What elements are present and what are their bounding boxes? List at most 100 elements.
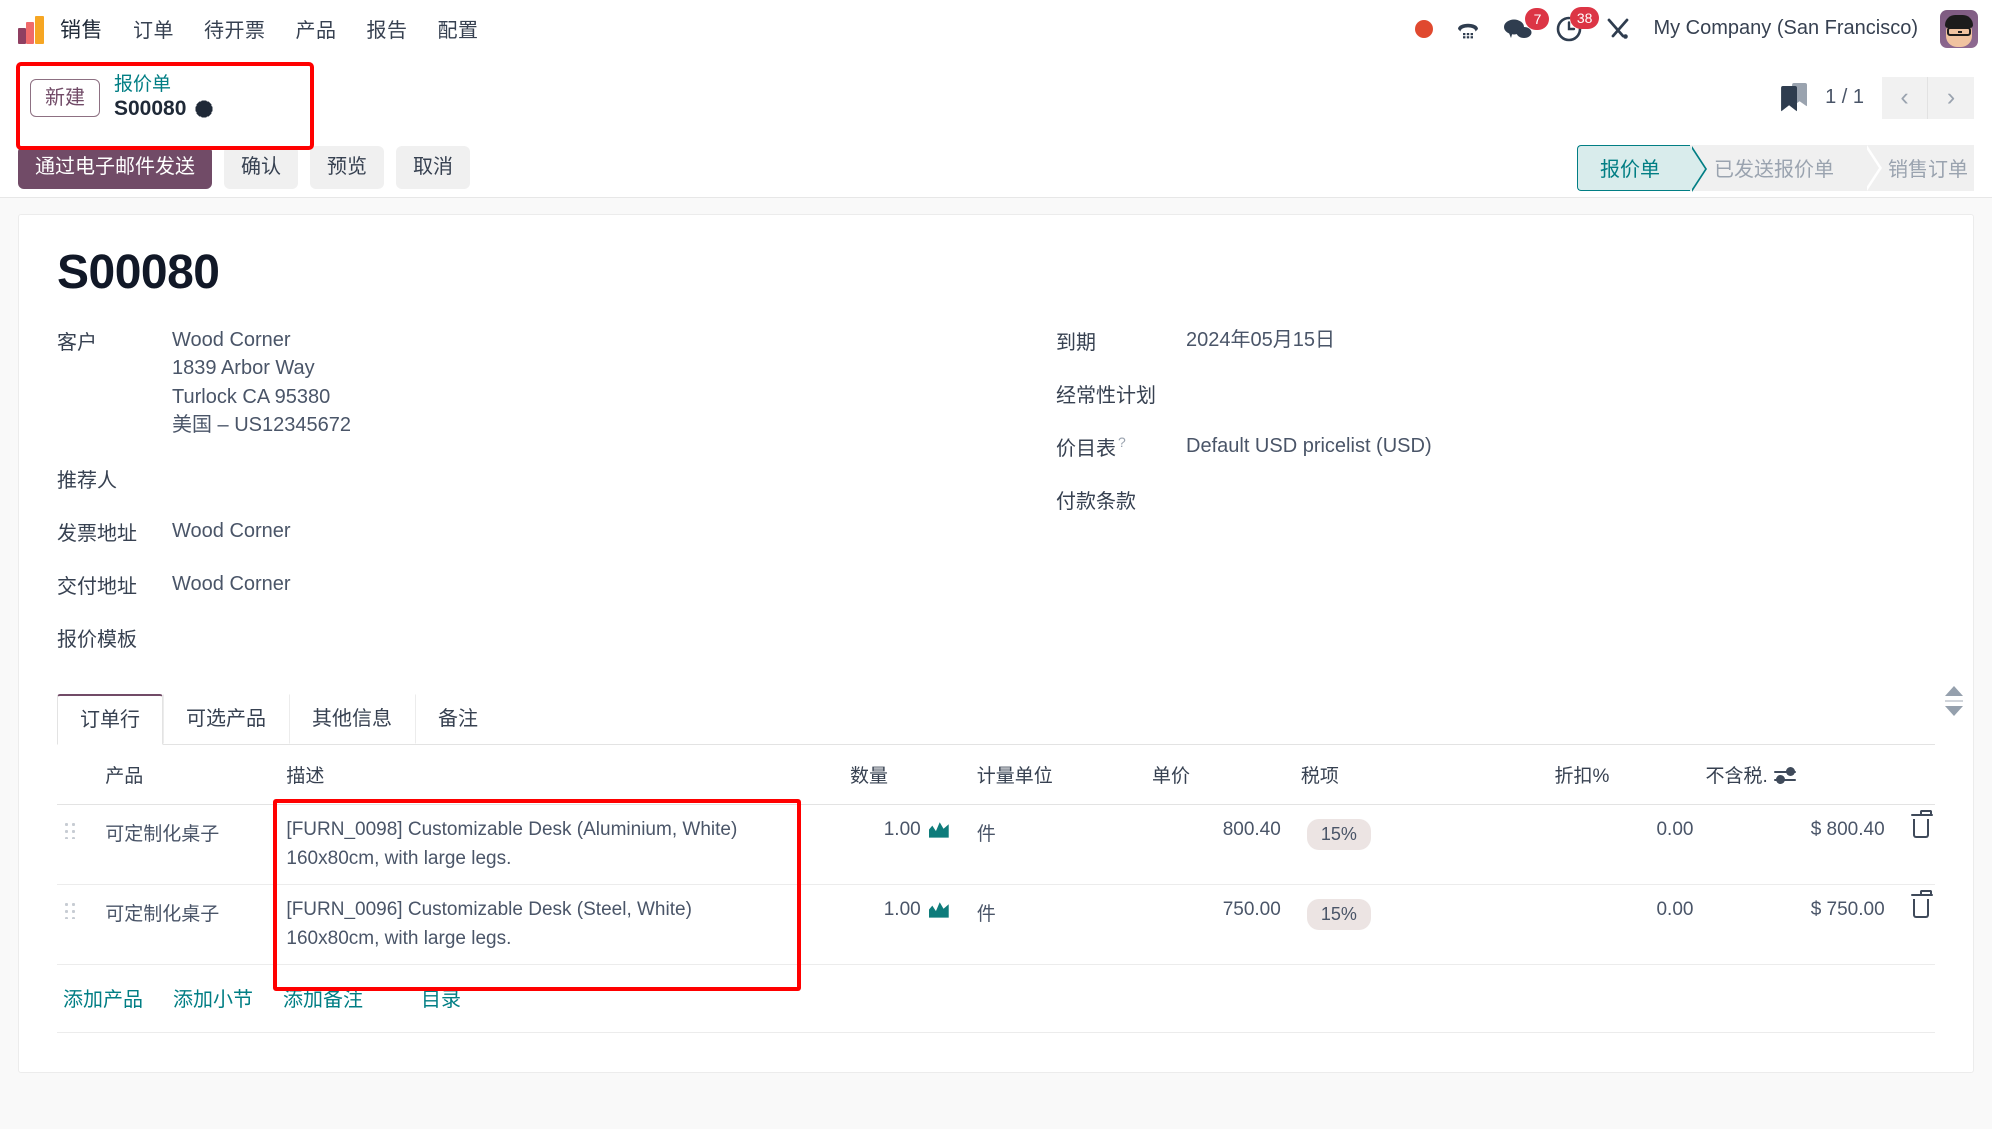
- field-value-customer[interactable]: Wood Corner 1839 Arbor Way Turlock CA 95…: [172, 326, 351, 440]
- cell-taxes[interactable]: 15%: [1286, 884, 1549, 965]
- field-value-invoice-address[interactable]: Wood Corner: [172, 517, 291, 545]
- cell-discount[interactable]: 0.00: [1548, 884, 1700, 965]
- cell-product[interactable]: 可定制化桌子: [99, 804, 281, 885]
- chevron-right-icon[interactable]: ›: [1928, 76, 1974, 119]
- cell-uom[interactable]: 件: [954, 804, 1146, 885]
- messages-icon[interactable]: 7: [1503, 7, 1550, 41]
- cell-taxes[interactable]: 15%: [1286, 804, 1549, 885]
- tab-optional-products[interactable]: 可选产品: [163, 693, 289, 744]
- user-avatar[interactable]: [1940, 9, 1978, 48]
- new-record-button[interactable]: 新建: [30, 78, 100, 117]
- field-label-delivery-address: 交付地址: [57, 575, 137, 598]
- th-handle: [57, 744, 100, 805]
- field-label-invoice-address: 发票地址: [57, 522, 137, 545]
- cell-discount[interactable]: 0.00: [1548, 804, 1700, 885]
- scroll-down-icon[interactable]: [1945, 705, 1963, 716]
- menu-item-sales[interactable]: 销售: [60, 14, 103, 44]
- th-taxes[interactable]: 税项: [1286, 744, 1549, 805]
- description-line-1: [FURN_0098] Customizable Desk (Aluminium…: [286, 818, 738, 840]
- field-row-recurring-plan: 经常性计划: [1056, 379, 1935, 408]
- phone-icon[interactable]: [1455, 17, 1481, 41]
- field-row-invoice-address: 发票地址 Wood Corner: [57, 517, 996, 546]
- th-delete: [1890, 744, 1935, 805]
- chevron-left-icon[interactable]: ‹: [1882, 76, 1928, 119]
- th-description[interactable]: 描述: [280, 744, 845, 805]
- cell-delete[interactable]: [1890, 884, 1935, 965]
- drag-handle-icon[interactable]: [63, 898, 77, 919]
- cancel-button[interactable]: 取消: [396, 146, 470, 189]
- help-tooltip-icon[interactable]: ?: [1118, 434, 1126, 450]
- field-value-expiration[interactable]: 2024年05月15日: [1186, 326, 1335, 354]
- menu-item-products[interactable]: 产品: [296, 14, 337, 43]
- row-drag-handle-cell[interactable]: [57, 804, 100, 885]
- menu-item-reporting[interactable]: 报告: [367, 14, 408, 43]
- field-label-payment-terms: 付款条款: [1056, 491, 1136, 513]
- drag-handle-icon[interactable]: [63, 818, 77, 839]
- form-column-right: 到期 2024年05月15日 经常性计划 价目表? Default USD pr…: [996, 326, 1935, 676]
- column-settings-icon[interactable]: [1773, 767, 1796, 785]
- breadcrumb-parent-quotations[interactable]: 报价单: [114, 73, 212, 97]
- cell-uom[interactable]: 件: [954, 884, 1146, 965]
- add-product-link[interactable]: 添加产品: [63, 983, 143, 1012]
- th-subtotal[interactable]: 不含税.: [1699, 744, 1891, 805]
- trash-icon[interactable]: [1911, 809, 1933, 838]
- breadcrumb-current-record: S00080: [114, 96, 213, 122]
- activities-clock-icon[interactable]: 38: [1555, 6, 1600, 42]
- odoo-logo[interactable]: [18, 14, 48, 44]
- preview-button[interactable]: 预览: [310, 146, 384, 189]
- add-note-link[interactable]: 添加备注: [283, 983, 363, 1012]
- cell-unit-price[interactable]: 750.00: [1145, 884, 1287, 965]
- table-row[interactable]: 可定制化桌子 [FURN_0098] Customizable Desk (Al…: [57, 804, 1935, 885]
- field-value-delivery-address[interactable]: Wood Corner: [172, 570, 291, 598]
- th-discount[interactable]: 折扣%: [1548, 744, 1700, 805]
- field-value-pricelist[interactable]: Default USD pricelist (USD): [1186, 432, 1432, 460]
- cell-delete[interactable]: [1890, 804, 1935, 885]
- row-drag-handle-cell[interactable]: [57, 884, 100, 965]
- menu-item-orders[interactable]: 订单: [133, 14, 174, 43]
- forecast-chart-icon[interactable]: [928, 902, 949, 918]
- cell-description[interactable]: [FURN_0098] Customizable Desk (Aluminium…: [280, 804, 845, 885]
- tax-badge[interactable]: 15%: [1306, 818, 1371, 850]
- bookmark-icon[interactable]: [1781, 82, 1808, 113]
- tab-other-info[interactable]: 其他信息: [289, 693, 415, 744]
- status-step-quotation-sent[interactable]: 已发送报价单: [1690, 144, 1882, 191]
- breadcrumb-record-name: S00080: [114, 97, 187, 121]
- forecast-chart-icon[interactable]: [928, 822, 949, 838]
- trash-icon[interactable]: [1911, 889, 1933, 918]
- tax-badge[interactable]: 15%: [1306, 898, 1371, 930]
- scroll-up-icon[interactable]: [1945, 685, 1963, 696]
- gear-icon[interactable]: [195, 100, 213, 118]
- confirm-button[interactable]: 确认: [224, 146, 298, 189]
- form-column-left: 客户 Wood Corner 1839 Arbor Way Turlock CA…: [57, 326, 996, 676]
- catalog-link[interactable]: 目录: [421, 983, 461, 1012]
- cell-subtotal: $ 800.40: [1699, 804, 1891, 885]
- debug-tools-icon[interactable]: [1605, 17, 1631, 41]
- th-product[interactable]: 产品: [99, 744, 281, 805]
- cell-quantity[interactable]: 1.00: [844, 884, 955, 965]
- field-row-payment-terms: 付款条款: [1056, 485, 1935, 514]
- tab-order-lines[interactable]: 订单行: [57, 693, 163, 745]
- field-label-customer: 客户: [57, 332, 97, 354]
- menu-item-configuration[interactable]: 配置: [438, 14, 479, 43]
- cell-product[interactable]: 可定制化桌子: [99, 884, 281, 965]
- cell-quantity[interactable]: 1.00: [844, 804, 955, 885]
- add-section-link[interactable]: 添加小节: [173, 983, 253, 1012]
- send-by-email-button[interactable]: 通过电子邮件发送: [18, 146, 212, 189]
- company-selector[interactable]: My Company (San Francisco): [1653, 17, 1918, 40]
- th-uom[interactable]: 计量单位: [954, 744, 1146, 805]
- table-row[interactable]: 可定制化桌子 [FURN_0096] Customizable Desk (St…: [57, 884, 1935, 965]
- description-line-2: 160x80cm, with large legs.: [286, 927, 512, 949]
- field-label-quotation-template: 报价模板: [57, 628, 137, 651]
- field-row-quotation-template: 报价模板: [57, 623, 996, 652]
- table-header-row: 产品 描述 数量 计量单位 单价 税项 折扣% 不含税.: [57, 744, 1935, 805]
- menu-item-to-invoice[interactable]: 待开票: [204, 14, 266, 43]
- th-quantity[interactable]: 数量: [844, 744, 955, 805]
- messages-badge: 7: [1525, 7, 1550, 30]
- th-unit-price[interactable]: 单价: [1145, 744, 1287, 805]
- record-dot-icon[interactable]: [1415, 19, 1434, 38]
- tab-notes[interactable]: 备注: [415, 693, 501, 744]
- cell-unit-price[interactable]: 800.40: [1145, 804, 1287, 885]
- status-step-quotation[interactable]: 报价单: [1577, 144, 1707, 192]
- cell-description[interactable]: [FURN_0096] Customizable Desk (Steel, Wh…: [280, 884, 845, 965]
- page-title: S00080: [57, 246, 220, 299]
